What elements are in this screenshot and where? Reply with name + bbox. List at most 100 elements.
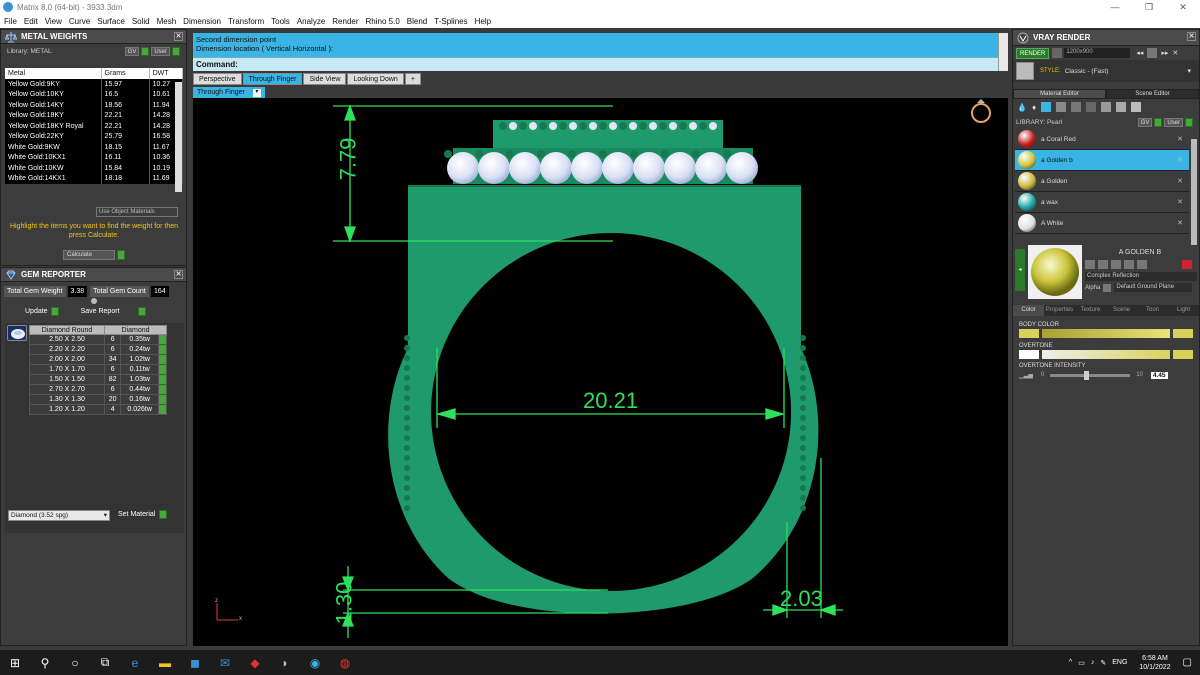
- command-scrollbar[interactable]: [998, 33, 1008, 71]
- rhino-icon[interactable]: ◗: [270, 650, 300, 675]
- metal-row[interactable]: Yellow Gold:9KY 15.97 10.27: [5, 79, 184, 90]
- metal-row[interactable]: Yellow Gold:18KY Royal 22.21 14.28: [5, 121, 184, 132]
- gem-row[interactable]: 1.20 X 1.20 4 0.026tw: [29, 404, 167, 415]
- task-view-icon[interactable]: ⧉: [90, 650, 120, 675]
- menu-surface[interactable]: Surface: [97, 17, 125, 26]
- vray-user-toggle[interactable]: [1185, 117, 1193, 127]
- material-list-item[interactable]: a Golden ✕: [1015, 171, 1189, 192]
- menu-view[interactable]: View: [45, 17, 62, 26]
- gem-material-select[interactable]: Diamond (3.52 spg) ▾: [8, 510, 110, 521]
- metal-row[interactable]: Yellow Gold:18KY 22.21 14.28: [5, 110, 184, 121]
- vray-gv-toggle[interactable]: [1154, 117, 1163, 127]
- add-view-tab-button[interactable]: +: [404, 73, 421, 85]
- pen-icon[interactable]: ✎: [1100, 659, 1106, 667]
- preview-icon-3[interactable]: [1111, 260, 1121, 269]
- save-report-go-icon[interactable]: [137, 307, 146, 316]
- ground-plane-field[interactable]: Default Ground Plane: [1114, 283, 1193, 292]
- intensity-value[interactable]: 4.45: [1150, 371, 1168, 379]
- bulb-material-icon[interactable]: [1131, 102, 1142, 112]
- body-color-swatch[interactable]: [1019, 329, 1039, 338]
- gem-row-select-button[interactable]: [158, 354, 167, 365]
- material-remove-icon[interactable]: ✕: [1177, 198, 1183, 206]
- pattern-material-icon[interactable]: [1086, 102, 1097, 112]
- overtone-end-swatch[interactable]: [1173, 350, 1193, 359]
- gem-type-column-header[interactable]: Diamond: [104, 325, 167, 335]
- material-remove-icon[interactable]: ✕: [1177, 219, 1183, 227]
- menu-transform[interactable]: Transform: [228, 17, 264, 26]
- cortana-icon[interactable]: ○: [60, 650, 90, 675]
- gem-row-select-button[interactable]: [158, 404, 167, 415]
- material-remove-icon[interactable]: ✕: [1177, 156, 1183, 164]
- grams-column-header[interactable]: Grams: [101, 68, 150, 79]
- gem-row[interactable]: 2.20 X 2.20 6 0.24tw: [29, 344, 167, 355]
- material-list-item[interactable]: a Coral Red ✕: [1015, 129, 1189, 150]
- tab-material-editor[interactable]: Material Editor: [1013, 89, 1106, 99]
- menu-help[interactable]: Help: [475, 17, 491, 26]
- metal-gv-toggle[interactable]: [141, 46, 150, 56]
- gem-row[interactable]: 2.00 X 2.00 34 1.02tw: [29, 354, 167, 365]
- pin-icon[interactable]: ✕: [1172, 49, 1178, 57]
- resolution-field[interactable]: 1200x900: [1064, 48, 1131, 58]
- menu-curve[interactable]: Curve: [69, 17, 90, 26]
- preview-icon-4[interactable]: [1124, 260, 1134, 269]
- menu-analyze[interactable]: Analyze: [297, 17, 325, 26]
- tab-light[interactable]: Light: [1168, 305, 1199, 316]
- tab-properties[interactable]: Properties: [1044, 305, 1075, 316]
- use-object-materials-checkbox[interactable]: Use Object Materials: [96, 207, 178, 217]
- dim-inner-diameter[interactable]: 20.21: [583, 388, 638, 414]
- set-material-button[interactable]: Set Material: [118, 511, 155, 518]
- shader-type-field[interactable]: Complex Reflection: [1085, 272, 1197, 281]
- preview-icon-2[interactable]: [1098, 260, 1108, 269]
- gem-row-select-button[interactable]: [158, 334, 167, 345]
- tab-color[interactable]: Color: [1013, 305, 1044, 316]
- calculate-button[interactable]: Calculate: [63, 250, 115, 260]
- file-explorer-icon[interactable]: ▬: [150, 650, 180, 675]
- style-thumbnail-icon[interactable]: [1016, 62, 1034, 80]
- metal-material-icon[interactable]: [1056, 102, 1067, 112]
- volume-icon[interactable]: ♪: [1091, 659, 1095, 666]
- pearl-material-icon[interactable]: [1041, 102, 1052, 112]
- vray-user-button[interactable]: User: [1164, 117, 1183, 127]
- preview-collapse-button[interactable]: ◂: [1015, 249, 1025, 291]
- prev-icon[interactable]: ◂◂: [1136, 49, 1143, 57]
- gem-row[interactable]: 1.50 X 1.50 82 1.03tw: [29, 374, 167, 385]
- minimize-button[interactable]: —: [1098, 0, 1132, 14]
- viewport-through-finger[interactable]: 7.79 20.21 1.30 2.03 z x: [193, 98, 1008, 646]
- metal-user-button[interactable]: User: [151, 46, 170, 56]
- drop-icon[interactable]: 💧: [1017, 103, 1027, 112]
- store-icon[interactable]: ◼: [180, 650, 210, 675]
- cloud-material-icon[interactable]: [1116, 102, 1127, 112]
- material-list-item[interactable]: A White ✕: [1015, 213, 1189, 234]
- metal-row[interactable]: White Gold:10KX1 16.11 10.36: [5, 152, 184, 163]
- style-chevron-down-icon[interactable]: ▾: [1187, 67, 1191, 75]
- metal-column-header[interactable]: Metal: [5, 68, 102, 79]
- render-button[interactable]: RENDER: [1016, 47, 1050, 59]
- metal-row[interactable]: Yellow Gold:10KY 16.5 10.61: [5, 89, 184, 100]
- overtone-swatch[interactable]: [1019, 350, 1039, 359]
- gem-splitter-handle[interactable]: [91, 298, 97, 304]
- gem-row[interactable]: 2.50 X 2.50 6 0.35tw: [29, 334, 167, 345]
- windows-start-icon[interactable]: ⊞: [0, 650, 30, 675]
- tray-chevron-up-icon[interactable]: ^: [1069, 659, 1072, 666]
- metal-row[interactable]: White Gold:14KX1 18.18 11.69: [5, 173, 184, 184]
- menu-tools[interactable]: Tools: [271, 17, 290, 26]
- calculate-go-icon[interactable]: [117, 250, 125, 260]
- tab-scene[interactable]: Scene: [1106, 305, 1137, 316]
- metal-row[interactable]: Yellow Gold:14KY 18.56 11.94: [5, 100, 184, 111]
- set-material-go-icon[interactable]: [159, 510, 168, 519]
- save-report-button[interactable]: Save Report: [81, 308, 120, 315]
- metal-row[interactable]: Yellow Gold:22KY 25.79 16.58: [5, 131, 184, 142]
- chrome-icon[interactable]: ◍: [330, 650, 360, 675]
- material-remove-icon[interactable]: ✕: [1177, 177, 1183, 185]
- gem-row-select-button[interactable]: [158, 344, 167, 355]
- intensity-slider-knob[interactable]: [1083, 370, 1089, 380]
- preview-icon-5[interactable]: [1137, 260, 1147, 269]
- command-input[interactable]: Command:: [193, 57, 1008, 71]
- gem-row-select-button[interactable]: [158, 364, 167, 375]
- overtone-slider[interactable]: [1042, 350, 1170, 359]
- diamond-material-icon[interactable]: ♦: [1032, 103, 1036, 112]
- next-icon[interactable]: ▸▸: [1161, 49, 1168, 57]
- tab-side-view[interactable]: Side View: [303, 73, 347, 85]
- alpha-checkbox[interactable]: [1103, 283, 1112, 292]
- gem-row[interactable]: 1.70 X 1.70 6 0.11tw: [29, 364, 167, 375]
